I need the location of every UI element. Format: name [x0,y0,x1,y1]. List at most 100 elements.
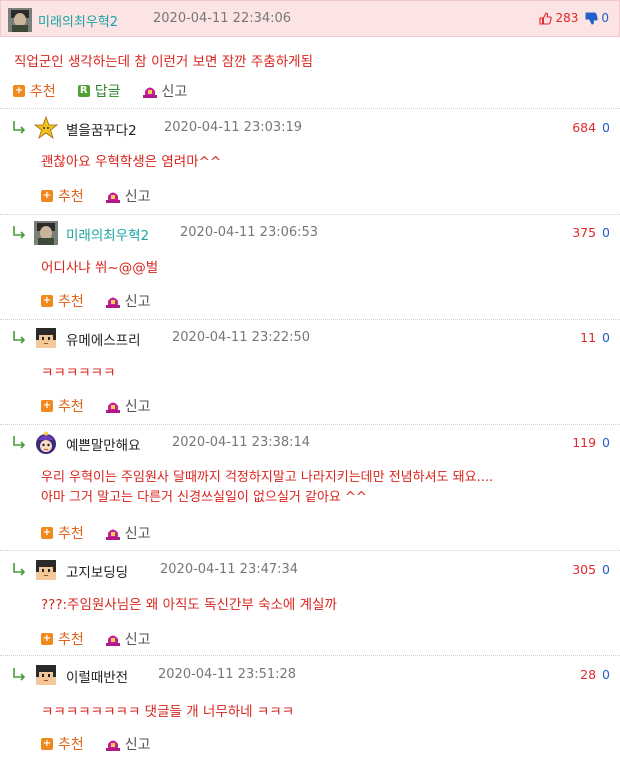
star-icon[interactable] [34,116,58,140]
reply-arrow-icon [13,563,26,576]
author-name[interactable]: 예쁜말만해요 [66,434,141,454]
vote-counts: 11 0 [580,330,610,345]
recommend-label: 추천 [30,84,56,100]
post-date: 2020-04-11 23:51:28 [158,667,297,682]
comment-body: ???:주임원사님은 왜 아직도 독신간부 숙소에 계실까 [41,595,337,615]
upvote-count: 684 [572,120,597,135]
comment-body: ㅋㅋㅋㅋㅋㅋㅋㅋ 댓글들 개 너무하네 ㅋㅋㅋ [41,702,294,722]
comment-actions: + 추천 신고 [41,292,173,310]
main-comment: 미래의최우혁2 2020-04-11 22:34:06 283 0 직업군인 생… [0,0,620,109]
pixel-face-icon[interactable] [34,663,58,687]
comment-line: ㅋㅋㅋㅋㅋㅋㅋㅋ 댓글들 개 너무하네 ㅋㅋㅋ [41,704,295,720]
upvote-count: 375 [572,225,597,240]
report-label: 신고 [124,737,151,753]
upvote-count: 305 [572,562,597,577]
comment-line: 우리 우혁이는 주임원사 달때까지 걱정하지말고 나라지키는데만 전념하셔도 돼… [41,470,494,485]
vote-counts: 28 0 [580,667,610,682]
vote-counts: 305 0 [572,562,610,577]
post-date: 2020-04-11 23:47:34 [160,562,299,577]
divider [0,550,620,551]
author-name[interactable]: 유메에스프리 [66,329,141,349]
report-label: 신고 [124,526,151,542]
report-label: 신고 [124,632,151,648]
siren-icon [105,740,120,751]
recommend-button[interactable]: + 추천 [41,523,84,543]
thumbs-up-icon[interactable] [539,11,553,25]
reply-icon: R [77,85,90,97]
upvote-count: 28 [580,667,597,682]
plus-icon: + [41,295,53,307]
plus-icon: + [41,633,53,645]
comment-body: 우리 우혁이는 주임원사 달때까지 걱정하지말고 나라지키는데만 전념하셔도 돼… [41,468,493,508]
recommend-label: 추천 [58,189,84,205]
plus-icon: + [13,85,25,97]
reply-arrow-icon [13,668,26,681]
siren-icon [105,297,120,308]
pixel-face-icon[interactable] [34,558,58,582]
downvote-count: 0 [602,435,610,450]
recommend-label: 추천 [58,526,84,542]
author-name[interactable]: 미래의최우혁2 [66,224,149,244]
downvote-count: 0 [602,330,610,345]
vote-counts: 283 0 [539,11,609,25]
author-name[interactable]: 미래의최우혁2 [38,11,118,30]
recommend-button[interactable]: + 추천 [41,734,84,754]
author-name[interactable]: 고지보딩딩 [66,561,128,581]
recommend-label: 추천 [58,399,84,415]
comment-line: 아마 그거 말고는 다른거 신경쓰실일이 없으실거 같아요 ^^ [41,490,367,505]
siren-icon [142,87,157,98]
pixel-face-icon[interactable] [34,326,58,350]
recommend-label: 추천 [58,737,84,753]
vote-counts: 119 0 [572,435,610,450]
author-avatar[interactable] [34,221,58,245]
downvote-count: 0 [602,667,610,682]
siren-icon [105,192,120,203]
comment-line: ㅋㅋㅋㅋㅋㅋ [41,365,116,381]
thumbs-down-icon[interactable] [585,12,599,25]
witch-avatar-icon[interactable] [34,431,58,455]
report-button[interactable]: 신고 [105,396,151,416]
report-label: 신고 [124,294,151,310]
report-button[interactable]: 신고 [105,291,151,311]
post-date: 2020-04-11 22:34:06 [153,11,292,26]
author-name[interactable]: 별을꿈꾸다2 [66,119,137,139]
divider [0,319,620,320]
comment-body: ㅋㅋㅋㅋㅋㅋ [41,363,116,383]
vote-counts: 375 0 [572,225,610,240]
comment-actions: + 추천 신고 [41,630,173,648]
comment-actions: + 추천 신고 [41,735,173,753]
plus-icon: + [41,527,53,539]
recommend-label: 추천 [58,294,84,310]
recommend-button[interactable]: + 추천 [13,81,56,101]
plus-icon: + [41,738,53,750]
report-label: 신고 [124,399,151,415]
report-label: 신고 [161,84,188,100]
report-button[interactable]: 신고 [105,186,151,206]
downvote-count: 0 [601,11,609,25]
main-comment-header: 미래의최우혁2 2020-04-11 22:34:06 283 0 [0,0,620,37]
divider [0,424,620,425]
recommend-button[interactable]: + 추천 [41,629,84,649]
downvote-count: 0 [602,225,610,240]
comment-body: 어디사냐 쒸~@@벌 [41,258,158,278]
reply-arrow-icon [13,331,26,344]
plus-icon: + [41,400,53,412]
author-name[interactable]: 이럴때반전 [66,666,128,686]
comment-line: ???:주임원사님은 왜 아직도 독신간부 숙소에 계실까 [41,597,337,613]
reply-button[interactable]: R 답글 [77,81,121,101]
report-button[interactable]: 신고 [105,629,151,649]
recommend-button[interactable]: + 추천 [41,186,84,206]
upvote-count: 11 [580,330,597,345]
vote-counts: 684 0 [572,120,610,135]
post-date: 2020-04-11 23:22:50 [172,330,311,345]
recommend-button[interactable]: + 추천 [41,291,84,311]
author-avatar[interactable] [8,8,32,32]
plus-icon: + [41,190,53,202]
report-button[interactable]: 신고 [105,523,151,543]
post-date: 2020-04-11 23:03:19 [164,120,303,135]
report-button[interactable]: 신고 [142,81,188,101]
comment-line: 괜찮아요 우혁학생은 염려마^^ [41,154,222,170]
report-button[interactable]: 신고 [105,734,151,754]
comment-line: 어디사냐 쒸~@@벌 [41,260,159,276]
recommend-button[interactable]: + 추천 [41,396,84,416]
